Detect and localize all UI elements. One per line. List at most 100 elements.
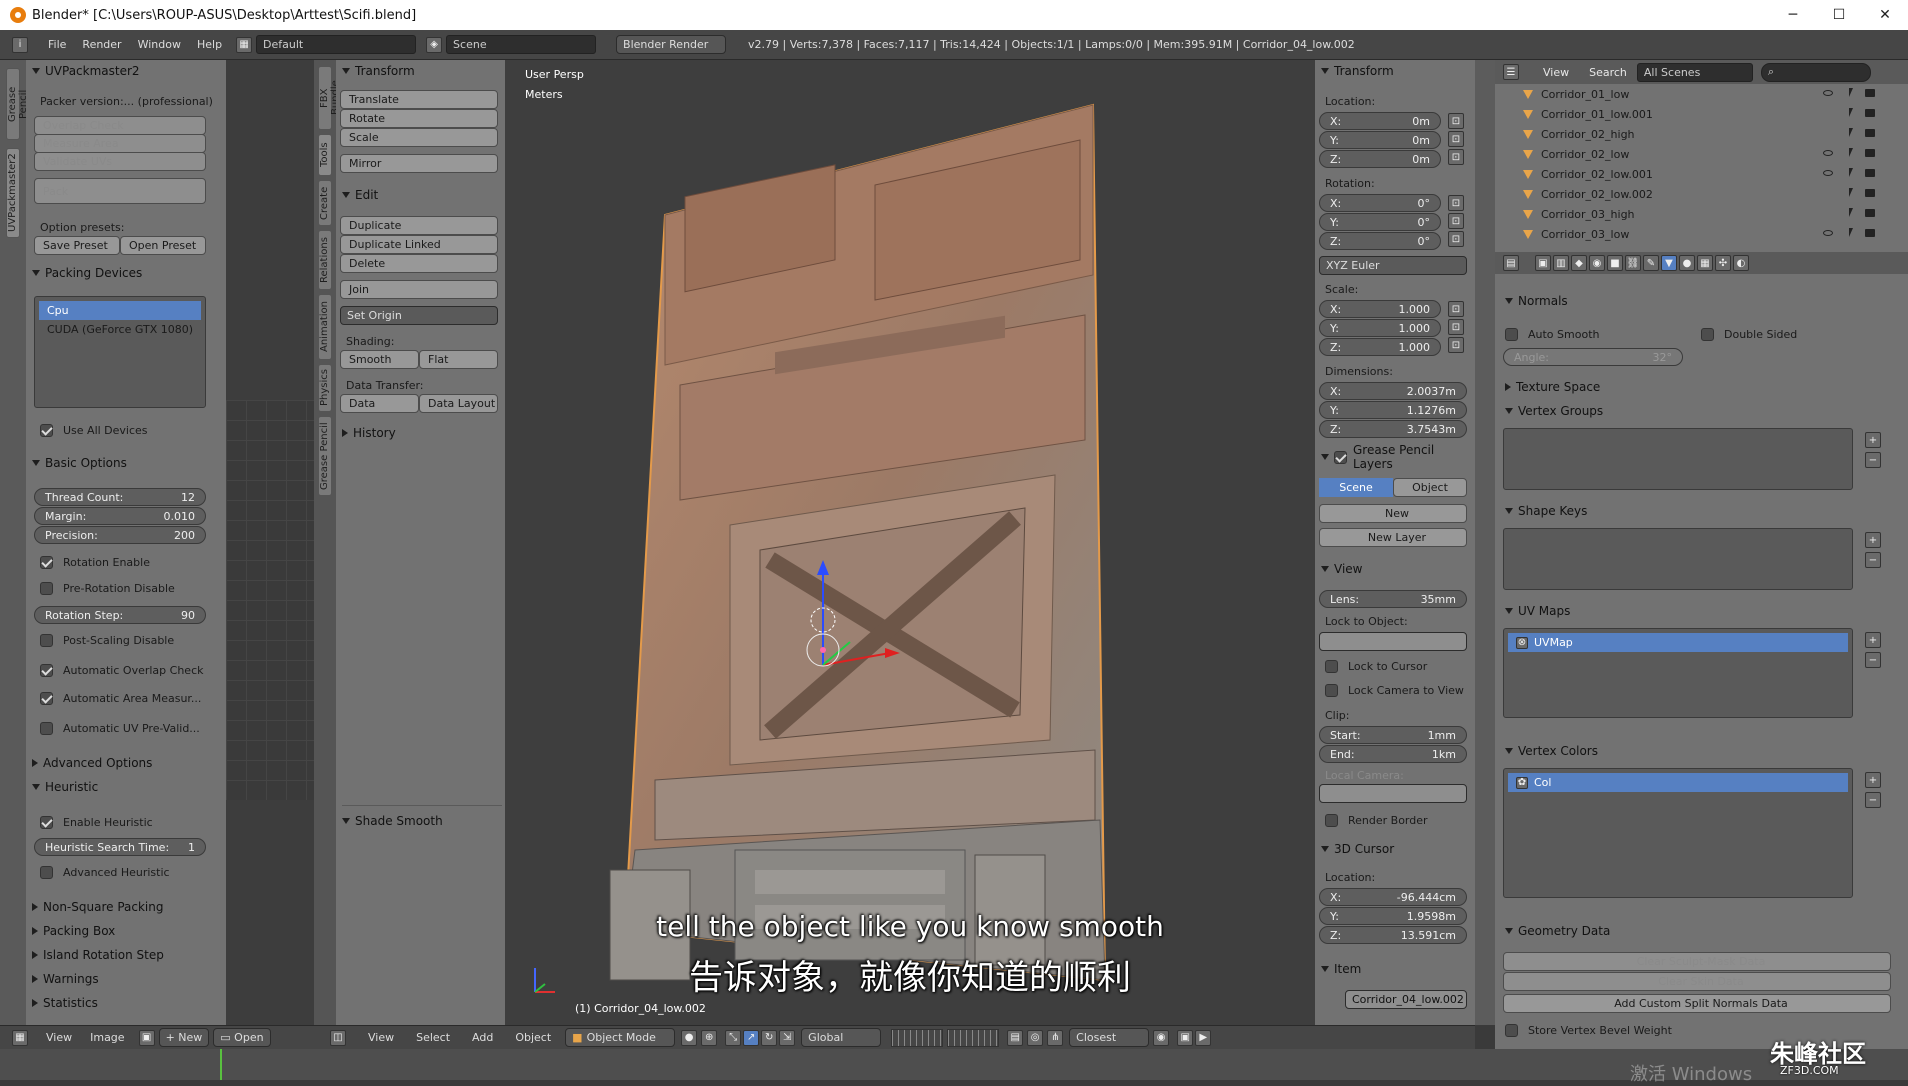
- edit-header[interactable]: Edit: [336, 184, 378, 206]
- pre-rotation-disable-checkbox[interactable]: Pre-Rotation Disable: [40, 578, 175, 598]
- lens-field[interactable]: Lens: 35mm: [1319, 590, 1467, 608]
- auto-uv-pre-checkbox[interactable]: Automatic UV Pre-Valid...: [40, 718, 200, 738]
- location-lock-icons[interactable]: ⊡⊡⊡: [1447, 112, 1467, 168]
- image-browse-icon[interactable]: ▣: [138, 1029, 155, 1046]
- scale-x-field[interactable]: X: 1.000: [1319, 300, 1441, 318]
- set-origin-dropdown[interactable]: Set Origin: [340, 306, 498, 325]
- corridor-mesh[interactable]: [505, 60, 1315, 1025]
- heuristic-header[interactable]: Heuristic: [26, 776, 98, 798]
- non-square-header[interactable]: Non-Square Packing: [26, 896, 163, 918]
- 3d-viewport[interactable]: User Persp Meters (1) Corridor_04_low.00…: [505, 60, 1315, 1025]
- constraints-tab-icon[interactable]: ⛓: [1625, 255, 1641, 271]
- uv-image-menu[interactable]: Image: [90, 1031, 124, 1044]
- modifiers-tab-icon[interactable]: ✎: [1643, 255, 1659, 271]
- render-anim-icon[interactable]: ▶: [1195, 1029, 1212, 1046]
- smooth-button[interactable]: Smooth: [340, 350, 419, 369]
- menu-render[interactable]: Render: [82, 38, 121, 51]
- translate-manipulator-icon[interactable]: ↗: [743, 1029, 760, 1046]
- outliner-scenes-dropdown[interactable]: All Scenes: [1636, 62, 1753, 82]
- rotation-z-field[interactable]: Z: 0°: [1319, 232, 1441, 250]
- rotation-enable-checkbox[interactable]: Rotation Enable: [40, 552, 150, 572]
- render-tab-icon[interactable]: ▣: [1535, 255, 1551, 271]
- properties-context-tabs[interactable]: ▣ ▥ ◆ ◉ ■ ⛓ ✎ ▼ ● ▦ ✣ ◐: [1535, 255, 1749, 271]
- statistics-header[interactable]: Statistics: [26, 992, 98, 1014]
- viewport-select-menu[interactable]: Select: [416, 1031, 450, 1044]
- shade-smooth-header[interactable]: Shade Smooth: [336, 810, 443, 832]
- auto-overlap-checkbox[interactable]: Automatic Overlap Check: [40, 660, 203, 680]
- mesh-data-tab-icon[interactable]: ▼: [1661, 255, 1677, 271]
- item-header[interactable]: Item: [1315, 958, 1361, 980]
- rotation-x-field[interactable]: X: 0°: [1319, 194, 1441, 212]
- particles-tab-icon[interactable]: ✣: [1715, 255, 1731, 271]
- translate-button[interactable]: Translate: [340, 90, 498, 109]
- gp-object-button[interactable]: Object: [1393, 478, 1467, 497]
- scale-button[interactable]: Scale: [340, 128, 498, 147]
- data-button[interactable]: Data: [340, 394, 419, 413]
- warnings-header[interactable]: Warnings: [26, 968, 99, 990]
- properties-editor-icon[interactable]: ▤: [1503, 255, 1519, 271]
- thread-count-field[interactable]: Thread Count: 12: [34, 488, 206, 506]
- vertex-groups-header[interactable]: Vertex Groups: [1499, 400, 1603, 422]
- layers-grid-1[interactable]: [891, 1028, 944, 1047]
- outliner-view-menu[interactable]: View: [1543, 66, 1569, 79]
- vertex-colors-header[interactable]: Vertex Colors: [1499, 740, 1598, 762]
- outliner-search-input[interactable]: ⌕: [1760, 62, 1871, 82]
- uv-maps-list[interactable]: ⊗ UVMap: [1503, 628, 1853, 718]
- maximize-button[interactable]: ☐: [1816, 0, 1862, 30]
- uv-view-menu[interactable]: View: [46, 1031, 72, 1044]
- tab-tools[interactable]: Tools: [318, 134, 332, 176]
- menu-window[interactable]: Window: [138, 38, 181, 51]
- advanced-heuristic-checkbox[interactable]: Advanced Heuristic: [40, 862, 170, 882]
- vertex-groups-list[interactable]: [1503, 428, 1853, 490]
- devices-list[interactable]: Cpu CUDA (GeForce GTX 1080): [34, 296, 206, 408]
- add-icon[interactable]: +: [1865, 432, 1881, 448]
- tab-create[interactable]: Create: [318, 180, 332, 226]
- clip-end-field[interactable]: End: 1km: [1319, 745, 1467, 763]
- outliner-row[interactable]: Corridor_03_high: [1495, 204, 1895, 224]
- scene-selector[interactable]: Scene: [446, 35, 597, 54]
- data-layout-button[interactable]: Data Layout: [419, 394, 498, 413]
- use-all-devices-checkbox[interactable]: Use All Devices: [40, 420, 148, 440]
- device-cpu[interactable]: Cpu: [39, 301, 201, 320]
- outliner-row[interactable]: Corridor_01_low: [1495, 84, 1895, 104]
- clip-start-field[interactable]: Start: 1mm: [1319, 726, 1467, 744]
- current-frame-marker[interactable]: [220, 1049, 222, 1080]
- tab-relations[interactable]: Relations: [318, 230, 332, 290]
- margin-field[interactable]: Margin: 0.010: [34, 507, 206, 525]
- scale-manipulator-icon[interactable]: ⇲: [779, 1029, 796, 1046]
- add-icon[interactable]: +: [1865, 632, 1881, 648]
- open-image-button[interactable]: ▭ Open: [213, 1028, 271, 1047]
- clear-skin-data-button[interactable]: Clear Skin Data: [1503, 972, 1891, 991]
- auto-smooth-checkbox[interactable]: Auto Smooth: [1505, 324, 1599, 344]
- object-tab-icon[interactable]: ■: [1607, 255, 1623, 271]
- new-image-button[interactable]: + New: [158, 1028, 210, 1047]
- scene-tab-icon[interactable]: ◆: [1571, 255, 1587, 271]
- viewport-add-menu[interactable]: Add: [472, 1031, 493, 1044]
- save-preset-button[interactable]: Save Preset: [34, 236, 120, 255]
- device-cuda[interactable]: CUDA (GeForce GTX 1080): [35, 320, 205, 338]
- scene-icon[interactable]: ◈: [426, 36, 443, 53]
- view-header[interactable]: View: [1315, 558, 1362, 580]
- location-y-field[interactable]: Y: 0m: [1319, 131, 1441, 149]
- clear-sculpt-mask-button[interactable]: Clear Sculpt-Mask Data: [1503, 952, 1891, 971]
- shape-key-buttons[interactable]: + −: [1865, 532, 1881, 568]
- viewport-editor-icon[interactable]: ◫: [330, 1029, 346, 1046]
- uv-editor-type-icon[interactable]: ▦: [12, 1029, 28, 1046]
- heuristic-time-field[interactable]: Heuristic Search Time: 1: [34, 838, 206, 856]
- remove-icon[interactable]: −: [1865, 792, 1881, 808]
- add-custom-split-normals-button[interactable]: Add Custom Split Normals Data: [1503, 994, 1891, 1013]
- scale-z-field[interactable]: Z: 1.000: [1319, 338, 1441, 356]
- basic-options-header[interactable]: Basic Options: [26, 452, 127, 474]
- pack-button[interactable]: Pack: [34, 178, 206, 204]
- tab-uvpackmaster2[interactable]: UVPackmaster2: [6, 148, 20, 238]
- tab-animation[interactable]: Animation: [318, 294, 332, 360]
- uv-map-buttons[interactable]: + −: [1865, 632, 1881, 668]
- menu-help[interactable]: Help: [197, 38, 222, 51]
- minimize-button[interactable]: ─: [1770, 0, 1816, 30]
- editor-divider[interactable]: [1475, 60, 1495, 1025]
- add-icon[interactable]: +: [1865, 772, 1881, 788]
- info-editor-icon[interactable]: i: [12, 36, 28, 53]
- menu-file[interactable]: File: [48, 38, 66, 51]
- transform-tools-header[interactable]: Transform: [336, 60, 505, 82]
- packing-box-header[interactable]: Packing Box: [26, 920, 115, 942]
